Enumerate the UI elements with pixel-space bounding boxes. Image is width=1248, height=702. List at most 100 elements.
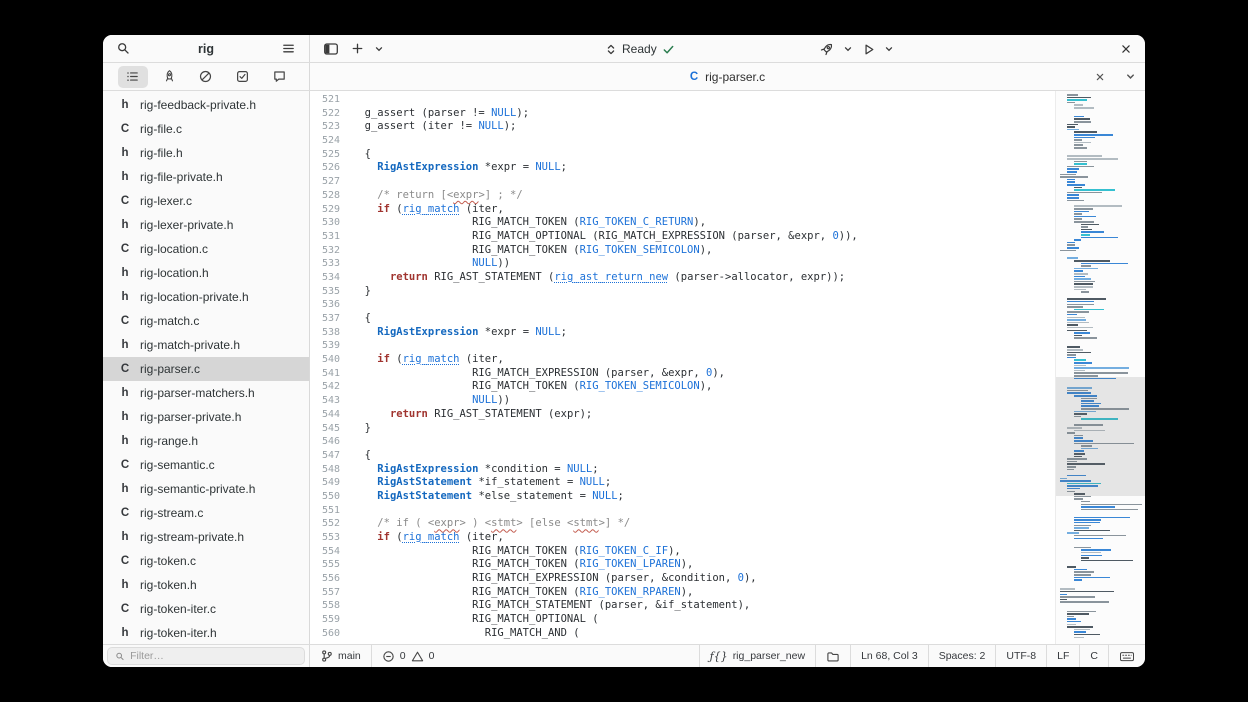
error-count: 0: [400, 650, 406, 662]
file-row[interactable]: Crig-lexer.c: [103, 189, 309, 213]
file-row[interactable]: hrig-location-private.h: [103, 285, 309, 309]
new-page-dropdown[interactable]: [372, 38, 385, 60]
file-row[interactable]: hrig-token.h: [103, 573, 309, 597]
line-number: 558: [310, 599, 352, 613]
file-row[interactable]: Crig-parser.c: [103, 357, 309, 381]
line-ending: LF: [1057, 650, 1069, 662]
code-line: 557 RIG_MATCH_TOKEN (RIG_TOKEN_RPAREN),: [310, 586, 1055, 600]
symbol-button[interactable]: ƒ{} rig_parser_new: [699, 645, 815, 667]
file-name: rig-token-iter.c: [140, 602, 216, 616]
run-dropdown[interactable]: [882, 38, 895, 60]
branch-button[interactable]: main: [310, 645, 371, 667]
current-symbol: rig_parser_new: [733, 650, 805, 662]
file-row[interactable]: Crig-match.c: [103, 309, 309, 333]
todo-panel-button[interactable]: [228, 66, 258, 88]
run-button[interactable]: [857, 38, 879, 60]
code-line: 536: [310, 298, 1055, 312]
file-row[interactable]: hrig-parser-matchers.h: [103, 381, 309, 405]
warning-count: 0: [429, 650, 435, 662]
file-row[interactable]: hrig-feedback-private.h: [103, 93, 309, 117]
file-row[interactable]: hrig-match-private.h: [103, 333, 309, 357]
indentation-button[interactable]: Spaces: 2: [928, 645, 996, 667]
diagnostics-button[interactable]: 0 0: [371, 645, 445, 667]
branch-name: main: [338, 650, 361, 662]
search-button[interactable]: [112, 38, 134, 60]
chat-panel-button[interactable]: [264, 66, 294, 88]
file-row[interactable]: hrig-location.h: [103, 261, 309, 285]
disabled-panel-button[interactable]: [191, 66, 221, 88]
file-row[interactable]: Crig-semantic.c: [103, 453, 309, 477]
chevron-down-icon: [843, 44, 853, 54]
code-line: 542 RIG_MATCH_TOKEN (RIG_TOKEN_SEMICOLON…: [310, 380, 1055, 394]
file-row[interactable]: hrig-file-private.h: [103, 165, 309, 189]
keyboard-button[interactable]: [1108, 645, 1145, 667]
file-row[interactable]: hrig-stream-private.h: [103, 525, 309, 549]
sidebar-toggle-button[interactable]: [320, 38, 342, 60]
file-row[interactable]: Crig-token-iter.c: [103, 597, 309, 621]
filter-field[interactable]: [107, 647, 305, 665]
code-line-text: RIG_MATCH_TOKEN (RIG_TOKEN_SEMICOLON),: [352, 380, 712, 394]
files-panel-button[interactable]: [118, 66, 148, 88]
tab-file-name: rig-parser.c: [705, 70, 765, 84]
file-row[interactable]: hrig-lexer-private.h: [103, 213, 309, 237]
window-close-button[interactable]: [1115, 38, 1137, 60]
line-number: 553: [310, 531, 352, 545]
code-line: 535 }: [310, 285, 1055, 299]
language-button[interactable]: C: [1079, 645, 1108, 667]
minimap[interactable]: [1055, 91, 1145, 644]
code-line: 550 RigAstStatement *else_statement = NU…: [310, 490, 1055, 504]
file-type-icon: h: [120, 291, 130, 303]
new-page-button[interactable]: [346, 38, 368, 60]
filter-input[interactable]: [130, 650, 297, 662]
build-status-button[interactable]: Ready: [598, 39, 682, 59]
code-area[interactable]: 521522 g_assert (parser != NULL);523 g_a…: [310, 91, 1055, 644]
project-button[interactable]: [815, 645, 850, 667]
code-line-text: return RIG_AST_STATEMENT (expr);: [352, 408, 592, 422]
run-panel-button[interactable]: [154, 66, 184, 88]
cursor-position-button[interactable]: Ln 68, Col 3: [850, 645, 928, 667]
file-row[interactable]: Crig-location.c: [103, 237, 309, 261]
close-icon: [1119, 42, 1133, 56]
sidebar-header: rig: [103, 35, 310, 62]
code-line-text: RIG_MATCH_TOKEN (RIG_TOKEN_SEMICOLON),: [352, 244, 712, 258]
tab-close-button[interactable]: [1089, 66, 1111, 88]
file-type-icon: h: [120, 627, 130, 639]
project-title: rig: [198, 42, 214, 56]
file-row[interactable]: Crig-token.c: [103, 549, 309, 573]
function-symbol-icon: ƒ{}: [710, 650, 728, 663]
file-row[interactable]: Crig-file.c: [103, 117, 309, 141]
code-line-text: RIG_MATCH_STATEMENT (parser, &if_stateme…: [352, 599, 750, 613]
file-row[interactable]: Crig-stream.c: [103, 501, 309, 525]
line-number: 547: [310, 449, 352, 463]
file-type-icon: C: [120, 123, 130, 135]
file-row[interactable]: hrig-semantic-private.h: [103, 477, 309, 501]
code-line: 554 RIG_MATCH_TOKEN (RIG_TOKEN_C_IF),: [310, 545, 1055, 559]
line-number: 557: [310, 586, 352, 600]
tab-list-dropdown[interactable]: [1124, 66, 1137, 88]
encoding-button[interactable]: UTF-8: [995, 645, 1046, 667]
build-dropdown[interactable]: [841, 38, 854, 60]
file-row[interactable]: hrig-file.h: [103, 141, 309, 165]
line-number: 545: [310, 422, 352, 436]
code-line: 553 if (rig_match (iter,: [310, 531, 1055, 545]
line-ending-button[interactable]: LF: [1046, 645, 1079, 667]
file-row[interactable]: hrig-token-iter.h: [103, 621, 309, 644]
line-number: 521: [310, 93, 352, 107]
tab-open-file[interactable]: C rig-parser.c: [690, 70, 765, 84]
minimap-viewport[interactable]: [1056, 377, 1145, 496]
line-number: 538: [310, 326, 352, 340]
menu-button[interactable]: [278, 38, 300, 60]
line-number: 559: [310, 613, 352, 627]
code-line-text: g_assert (iter != NULL);: [352, 120, 516, 134]
code-line-text: RigAstStatement *if_statement = NULL;: [352, 476, 611, 490]
code-line: 525 {: [310, 148, 1055, 162]
file-row[interactable]: hrig-parser-private.h: [103, 405, 309, 429]
chevrons-up-down-icon: [605, 43, 617, 56]
line-number: 537: [310, 312, 352, 326]
line-number: 552: [310, 517, 352, 531]
build-button[interactable]: [816, 38, 838, 60]
line-number: 522: [310, 107, 352, 121]
file-name: rig-match.c: [140, 314, 199, 328]
file-row[interactable]: hrig-range.h: [103, 429, 309, 453]
header-bar: rig: [103, 35, 1145, 63]
